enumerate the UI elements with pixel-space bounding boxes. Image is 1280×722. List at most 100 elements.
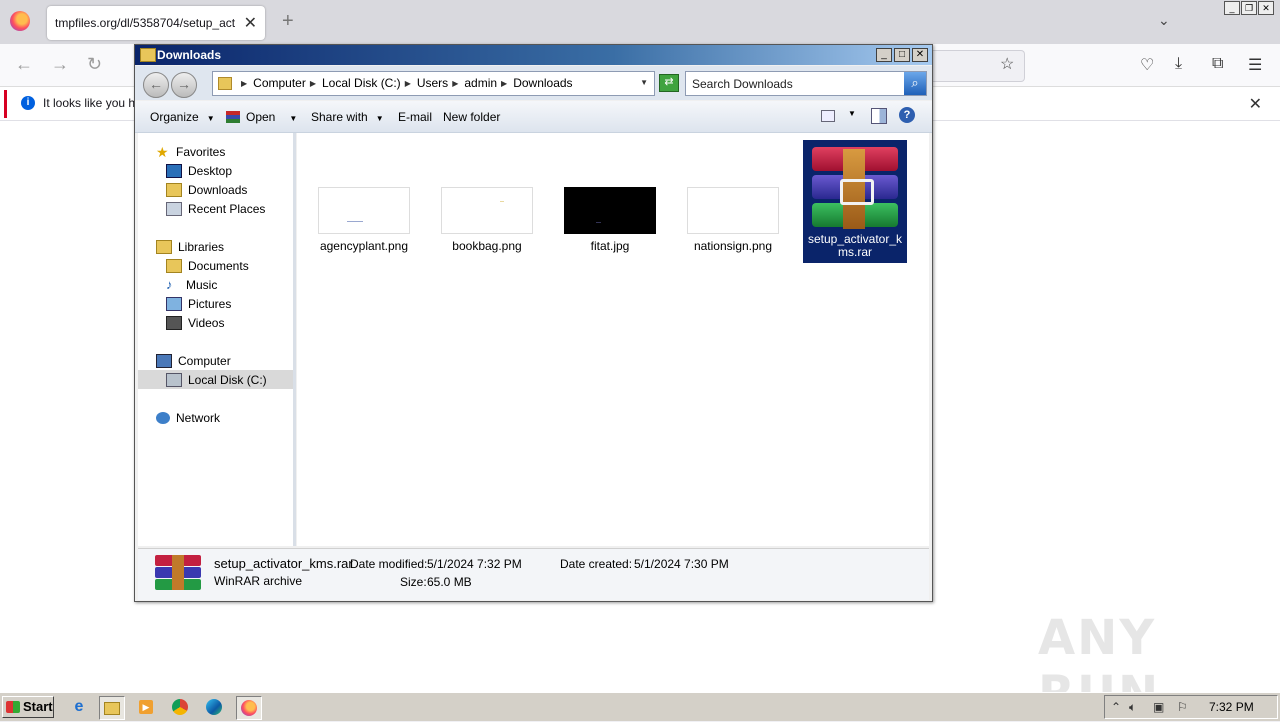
winrar-archive-icon xyxy=(809,145,901,231)
breadcrumb-admin[interactable]: admin xyxy=(464,76,497,90)
forward-icon[interactable]: → xyxy=(51,54,69,75)
browser-tab[interactable]: tmpfiles.org/dl/5358704/setup_activator_… xyxy=(47,6,265,40)
nav-item-libraries[interactable]: Libraries xyxy=(156,238,224,256)
close-icon[interactable]: ✕ xyxy=(912,48,928,62)
preview-pane-icon[interactable] xyxy=(871,108,887,124)
email-button[interactable]: E-mail xyxy=(398,110,432,124)
file-item[interactable]: fitat.jpg xyxy=(558,187,662,253)
nav-item-downloads[interactable]: Downloads xyxy=(166,181,247,199)
extensions-icon[interactable]: ⧉ xyxy=(1212,55,1223,73)
edge-icon[interactable] xyxy=(202,696,226,718)
new-tab-icon[interactable]: + xyxy=(282,10,294,33)
new-folder-button[interactable]: New folder xyxy=(443,110,500,124)
downloads-folder-icon xyxy=(166,183,182,197)
details-size-value: 65.0 MB xyxy=(427,575,472,589)
notification-accent xyxy=(4,90,7,118)
firefox-logo-icon xyxy=(10,11,30,31)
organize-button[interactable]: Organize ▼ xyxy=(150,110,215,124)
nav-label: Recent Places xyxy=(188,202,266,216)
share-with-button[interactable]: Share with ▼ xyxy=(311,110,384,124)
close-tab-icon[interactable]: ✕ xyxy=(244,13,257,33)
minimize-icon[interactable]: _ xyxy=(876,48,892,62)
command-bar: Organize ▼ Open ▼ Share with ▼ E-mail New f… xyxy=(135,101,932,133)
nav-label: Libraries xyxy=(178,240,225,254)
address-bar[interactable]: ▶ Computer ▶ Local Disk (C:) ▶ Users ▶ a… xyxy=(212,71,655,96)
search-icon[interactable]: ⌕ xyxy=(904,72,926,95)
details-filetype: WinRAR archive xyxy=(214,574,303,588)
bookmark-star-icon[interactable]: ☆ xyxy=(1000,54,1014,74)
restore-icon[interactable]: ❐ xyxy=(1241,1,1257,15)
views-icon[interactable] xyxy=(821,110,835,122)
action-center-flag-icon[interactable]: ⚐ xyxy=(1177,700,1188,714)
file-item[interactable]: agencyplant.png xyxy=(312,187,416,253)
refresh-icon[interactable]: ⇄ xyxy=(659,74,679,92)
chevron-right-icon[interactable]: ▶ xyxy=(241,79,247,88)
nav-item-pictures[interactable]: Pictures xyxy=(166,295,231,313)
nav-label: Local Disk (C:) xyxy=(188,373,267,387)
chevron-right-icon[interactable]: ▶ xyxy=(405,79,411,88)
start-label: Start xyxy=(23,699,53,714)
image-thumbnail xyxy=(564,187,656,234)
chevron-right-icon[interactable]: ▶ xyxy=(501,79,507,88)
back-icon[interactable]: ← xyxy=(15,54,33,75)
share-with-label: Share with xyxy=(311,110,368,124)
file-name: bookbag.png xyxy=(452,239,522,253)
nav-item-videos[interactable]: Videos xyxy=(166,314,224,332)
details-modified-label: Date modified: xyxy=(350,557,428,571)
documents-icon xyxy=(166,259,182,273)
breadcrumb-local-disk[interactable]: Local Disk (C:) xyxy=(322,76,401,90)
chevron-right-icon[interactable]: ▶ xyxy=(452,79,458,88)
nav-item-documents[interactable]: Documents xyxy=(166,257,249,275)
nav-label: Computer xyxy=(178,354,231,368)
menu-icon[interactable]: ☰ xyxy=(1248,55,1262,75)
views-dropdown-icon[interactable]: ▼ xyxy=(848,109,856,118)
file-item[interactable]: nationsign.png xyxy=(681,187,785,253)
maximize-icon[interactable]: □ xyxy=(894,48,910,62)
volume-icon[interactable]: 🔈︎ xyxy=(1129,700,1136,715)
forward-button[interactable]: → xyxy=(171,72,197,98)
nav-label: Downloads xyxy=(188,183,248,197)
reload-icon[interactable]: ↻ xyxy=(87,54,102,75)
nav-item-recent-places[interactable]: Recent Places xyxy=(166,200,265,218)
folder-icon xyxy=(140,48,156,62)
pocket-icon[interactable]: ♡ xyxy=(1140,55,1154,75)
minimize-icon[interactable]: _ xyxy=(1224,1,1240,15)
firefox-taskbar-icon[interactable] xyxy=(236,696,262,720)
nav-item-favorites[interactable]: ★ Favorites xyxy=(156,143,225,161)
recent-places-icon xyxy=(166,202,182,216)
chevron-down-icon[interactable]: ⌄ xyxy=(1158,12,1170,29)
details-modified-value: 5/1/2024 7:32 PM xyxy=(427,557,522,571)
nav-item-desktop[interactable]: Desktop xyxy=(166,162,232,180)
nav-item-computer[interactable]: Computer xyxy=(156,352,231,370)
download-icon[interactable]: ⤓ xyxy=(1175,55,1182,73)
nav-label: Documents xyxy=(188,259,249,273)
nav-item-music[interactable]: ♪ Music xyxy=(166,276,217,294)
explorer-taskbar-icon[interactable] xyxy=(99,696,125,720)
internet-explorer-icon[interactable]: e xyxy=(67,696,91,718)
breadcrumb-downloads[interactable]: Downloads xyxy=(513,76,572,90)
drive-icon xyxy=(166,373,182,387)
clock[interactable]: 7:32 PM xyxy=(1209,700,1254,714)
file-item-selected[interactable]: setup_activator_kms.rar xyxy=(803,140,907,263)
chevron-right-icon[interactable]: ▶ xyxy=(310,79,316,88)
nav-item-local-disk[interactable]: Local Disk (C:) xyxy=(166,371,267,389)
explorer-title-bar[interactable]: Downloads _ □ ✕ xyxy=(135,45,932,65)
open-button[interactable]: Open ▼ xyxy=(226,110,297,124)
help-icon[interactable]: ? xyxy=(899,107,915,123)
open-label: Open xyxy=(246,110,276,124)
nav-item-network[interactable]: Network xyxy=(156,409,220,427)
close-icon[interactable]: ✕ xyxy=(1258,1,1274,15)
chevron-down-icon[interactable]: ▼ xyxy=(640,78,648,87)
chrome-icon[interactable] xyxy=(168,696,192,718)
breadcrumb-computer[interactable]: Computer xyxy=(253,76,306,90)
start-button[interactable]: Start xyxy=(2,696,54,718)
breadcrumb-users[interactable]: Users xyxy=(417,76,448,90)
back-button[interactable]: ← xyxy=(143,72,169,98)
close-notification-icon[interactable]: ✕ xyxy=(1249,94,1262,114)
search-input[interactable]: Search Downloads ⌕ xyxy=(685,71,927,96)
network-status-icon[interactable]: ▣ xyxy=(1153,700,1164,714)
taskbar: Start e ▶ ⌃ 🔈︎ ▣ ⚐ 7:32 PM xyxy=(0,692,1280,721)
media-player-icon[interactable]: ▶ xyxy=(134,696,158,718)
show-hidden-icons-icon[interactable]: ⌃ xyxy=(1111,700,1121,714)
file-item[interactable]: bookbag.png xyxy=(435,187,539,253)
